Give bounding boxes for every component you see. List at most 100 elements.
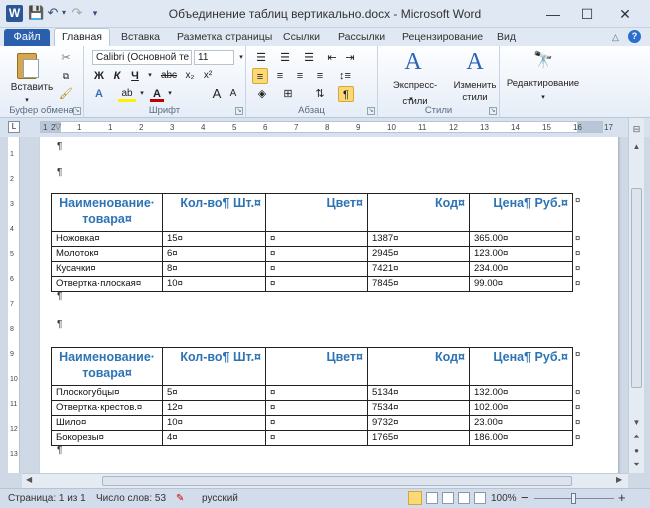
cut-icon[interactable]: ✂	[58, 50, 74, 66]
table-cell[interactable]: 1387¤	[367, 231, 470, 247]
font-launcher-icon[interactable]: ↘	[235, 107, 243, 115]
table-cell[interactable]: 132.00¤	[469, 385, 573, 401]
table-cell[interactable]: 6¤	[162, 246, 266, 262]
line-spacing-icon[interactable]: ↕≡	[334, 68, 356, 84]
table-cell[interactable]: 2945¤	[367, 246, 470, 262]
table-cell[interactable]: ¤	[265, 246, 368, 262]
tab-page-layout[interactable]: Разметка страницы	[177, 31, 272, 44]
table-cell[interactable]: 7421¤	[367, 261, 470, 277]
help-icon[interactable]: ?	[628, 30, 641, 43]
table-cell[interactable]: ¤	[265, 385, 368, 401]
tab-selector-button[interactable]: L	[8, 121, 20, 133]
table-header-cell[interactable]: Наименование· товара¤	[51, 193, 163, 232]
align-left-button[interactable]: ≡	[252, 68, 268, 84]
table-cell[interactable]: ¤	[265, 430, 368, 446]
table-cell[interactable]: 365.00¤	[469, 231, 573, 247]
table-header-cell[interactable]: Наименование· товара¤	[51, 347, 163, 386]
superscript-button[interactable]: x²	[200, 68, 216, 84]
grow-font-button[interactable]: A	[210, 86, 224, 102]
increase-indent-icon[interactable]: ⇥	[342, 50, 358, 66]
underline-button[interactable]: Ч	[128, 68, 142, 84]
word-count[interactable]: Число слов: 53	[96, 493, 166, 505]
binoculars-icon[interactable]: 🔭	[532, 50, 554, 72]
table-cell[interactable]: 7534¤	[367, 400, 470, 416]
table-cell[interactable]: 5¤	[162, 385, 266, 401]
customize-qat-icon[interactable]: ▾	[90, 5, 100, 21]
font-color-button[interactable]: A	[150, 86, 164, 102]
table-header-cell[interactable]: Цвет¤	[265, 347, 368, 386]
table-cell[interactable]: Кусачки¤	[51, 261, 163, 277]
quick-styles-icon[interactable]: A	[400, 48, 426, 76]
table-cell[interactable]: 123.00¤	[469, 246, 573, 262]
numbering-icon[interactable]: ☰	[276, 50, 294, 66]
font-size-dropdown-icon[interactable]: ▾	[236, 50, 246, 66]
decrease-indent-icon[interactable]: ⇤	[324, 50, 340, 66]
table-header-cell[interactable]: Цена¶ Руб.¤	[469, 347, 573, 386]
table-cell[interactable]: 12¤	[162, 400, 266, 416]
table-cell[interactable]: Бокорезы¤	[51, 430, 163, 446]
table-cell[interactable]: ¤	[265, 231, 368, 247]
language-indicator[interactable]: русский	[202, 493, 238, 505]
table-cell[interactable]: ¤	[265, 400, 368, 416]
table-cell[interactable]: Ножовка¤	[51, 231, 163, 247]
change-styles-icon[interactable]: A	[462, 48, 488, 76]
table-cell[interactable]: Шило¤	[51, 415, 163, 431]
scroll-up-icon[interactable]: ▲	[629, 140, 644, 154]
font-color-dropdown-icon[interactable]: ▾	[166, 86, 174, 102]
word-app-icon[interactable]: W	[6, 5, 23, 22]
tab-insert[interactable]: Вставка	[121, 31, 160, 44]
table-header-cell[interactable]: Код¤	[367, 193, 470, 232]
table-cell[interactable]: ¤	[265, 261, 368, 277]
table-cell[interactable]: 4¤	[162, 430, 266, 446]
tab-file[interactable]: Файл	[4, 29, 50, 46]
undo-dropdown-icon[interactable]: ▾	[60, 5, 68, 21]
table-cell[interactable]: 9732¤	[367, 415, 470, 431]
highlight-dropdown-icon[interactable]: ▾	[138, 86, 146, 102]
font-name-select[interactable]: Calibri (Основной те	[92, 50, 192, 65]
table-cell[interactable]: ¤	[265, 415, 368, 431]
document-page[interactable]: ¶ ¶ Наименование· товара¤ Кол-во¶ Шт.¤ Цве…	[40, 137, 618, 473]
previous-page-icon[interactable]: ⏶	[629, 430, 644, 444]
vertical-ruler[interactable]: 1 2 3 4 5 6 7 8 9 10 11 12 13	[8, 137, 20, 473]
minimize-button[interactable]: —	[540, 4, 566, 24]
italic-button[interactable]: К	[110, 68, 124, 84]
underline-dropdown-icon[interactable]: ▾	[146, 68, 154, 84]
table-cell[interactable]: 1765¤	[367, 430, 470, 446]
tab-home[interactable]: Главная	[54, 28, 110, 47]
scroll-down-icon[interactable]: ▼	[629, 416, 644, 430]
draft-view-icon[interactable]	[474, 492, 486, 504]
table-2[interactable]: Наименование· товара¤ Кол-во¶ Шт.¤ Цвет¤ Ко…	[51, 347, 573, 446]
table-cell[interactable]: 10¤	[162, 276, 266, 292]
show-formatting-button[interactable]: ¶	[338, 86, 354, 102]
copy-icon[interactable]: ⧉	[58, 68, 74, 84]
table-header-cell[interactable]: Кол-во¶ Шт.¤	[162, 193, 266, 232]
paragraph-launcher-icon[interactable]: ↘	[367, 107, 375, 115]
table-1[interactable]: Наименование· товара¤ Кол-во¶ Шт.¤ Цвет¤ Ко…	[51, 193, 573, 292]
page-count[interactable]: Страница: 1 из 1	[8, 493, 86, 505]
outline-view-icon[interactable]	[458, 492, 470, 504]
table-cell[interactable]: 8¤	[162, 261, 266, 277]
table-cell[interactable]: 7845¤	[367, 276, 470, 292]
clipboard-launcher-icon[interactable]: ↘	[73, 107, 81, 115]
highlight-button[interactable]: ab	[118, 86, 136, 102]
table-header-cell[interactable]: Кол-во¶ Шт.¤	[162, 347, 266, 386]
table-cell[interactable]: ¤	[265, 276, 368, 292]
subscript-button[interactable]: x₂	[182, 68, 198, 84]
borders-icon[interactable]: ⊞	[278, 86, 298, 102]
table-cell[interactable]: Отвертка·крестов.¤	[51, 400, 163, 416]
vertical-scrollbar[interactable]: ⊟ ▲ ▼ ⏶ ● ⏷	[628, 118, 644, 473]
tab-review[interactable]: Рецензирование	[402, 31, 483, 44]
table-cell[interactable]: Отвертка·плоская¤	[51, 276, 163, 292]
tab-mailings[interactable]: Рассылки	[338, 31, 385, 44]
align-right-button[interactable]: ≡	[292, 68, 308, 84]
table-cell[interactable]: Плоскогубцы¤	[51, 385, 163, 401]
vertical-scroll-thumb[interactable]	[631, 188, 642, 388]
web-layout-icon[interactable]	[442, 492, 454, 504]
table-cell[interactable]: 5134¤	[367, 385, 470, 401]
save-icon[interactable]: 💾	[28, 5, 44, 21]
proofing-icon[interactable]: ✎	[176, 493, 184, 505]
table-cell[interactable]: 10¤	[162, 415, 266, 431]
multilevel-list-icon[interactable]: ☰	[300, 50, 318, 66]
table-cell[interactable]: 23.00¤	[469, 415, 573, 431]
zoom-in-button[interactable]: +	[618, 491, 626, 505]
